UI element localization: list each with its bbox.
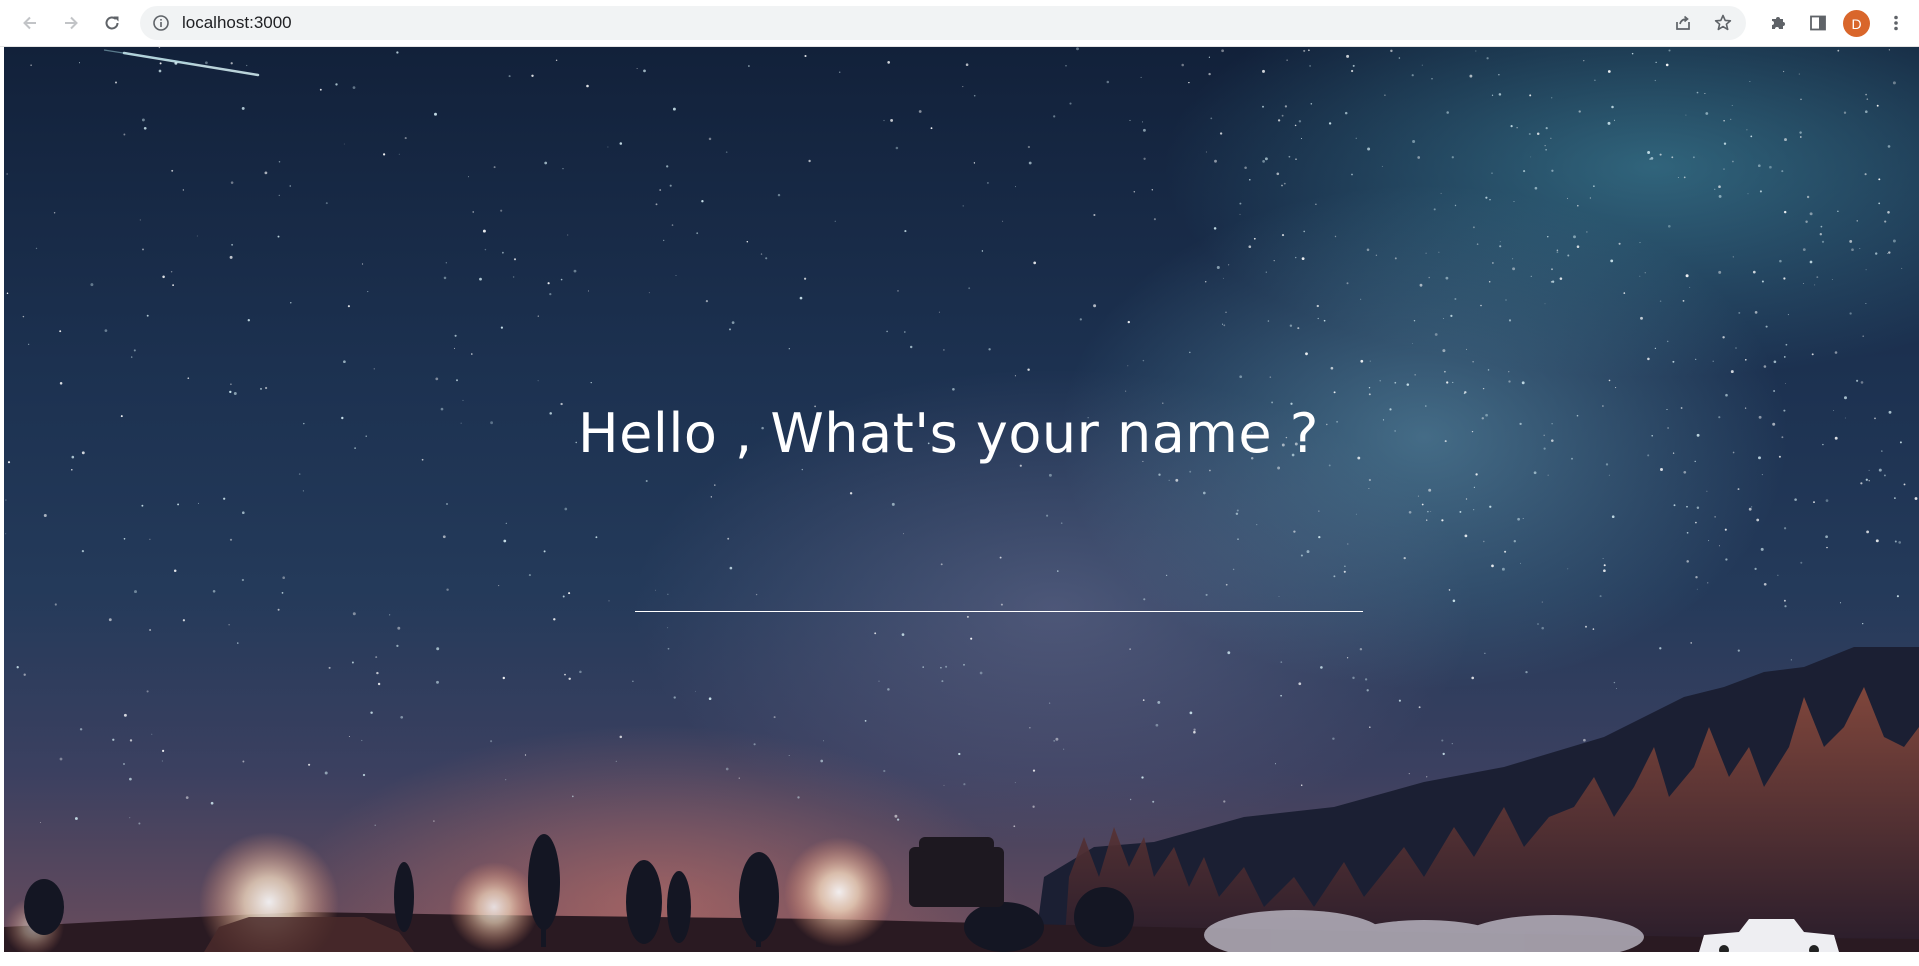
bookmark-button[interactable] — [1710, 10, 1736, 36]
forward-button[interactable] — [55, 7, 87, 39]
side-panel-button[interactable] — [1802, 7, 1834, 39]
landscape-silhouette — [4, 647, 1919, 952]
reload-icon — [105, 16, 119, 30]
address-bar[interactable]: localhost:3000 — [140, 6, 1746, 40]
share-button[interactable] — [1670, 10, 1696, 36]
browser-menu-button[interactable] — [1880, 7, 1912, 39]
browser-toolbar: localhost:3000 D — [0, 0, 1919, 47]
url-text[interactable]: localhost:3000 — [182, 6, 292, 40]
info-icon[interactable] — [152, 14, 170, 32]
puzzle-icon — [1772, 17, 1785, 29]
kebab-menu-icon — [1894, 15, 1898, 31]
back-button[interactable] — [14, 7, 46, 39]
page-viewport: Hello , What's your name ? — [4, 47, 1919, 952]
share-icon — [1676, 15, 1690, 30]
arrow-left-icon — [23, 16, 36, 30]
profile-avatar[interactable]: D — [1843, 10, 1870, 37]
side-panel-icon — [1810, 15, 1826, 31]
window-bottom-edge — [0, 952, 1919, 966]
extensions-button[interactable] — [1762, 7, 1794, 39]
arrow-right-icon — [65, 16, 78, 30]
star-icon — [1714, 14, 1732, 31]
reload-button[interactable] — [96, 7, 128, 39]
